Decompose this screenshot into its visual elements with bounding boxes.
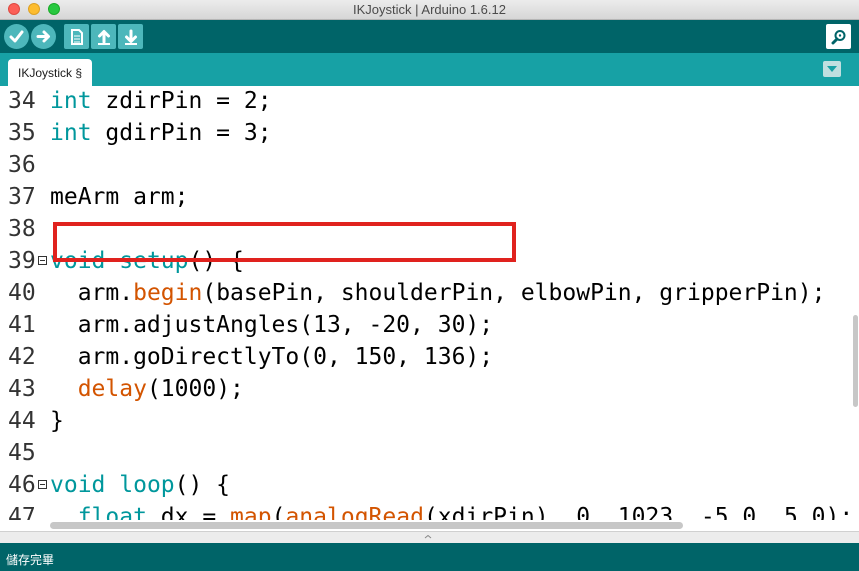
code-line[interactable]: 40 arm.begin(basePin, shoulderPin, elbow… <box>0 277 859 309</box>
title-bar: IKJoystick | Arduino 1.6.12 <box>0 0 859 20</box>
line-number: 40 <box>8 280 36 306</box>
code-line[interactable]: 42 arm.goDirectlyTo(0, 150, 136); <box>0 341 859 373</box>
code-token: map <box>230 504 272 520</box>
code-line[interactable]: 36 <box>0 149 859 181</box>
code-token: } <box>50 408 64 434</box>
code-text: delay(1000); <box>50 373 244 405</box>
horizontal-scrollbar[interactable] <box>0 520 859 531</box>
code-text: int zdirPin = 2; <box>50 86 272 117</box>
code-text: arm.adjustAngles(13, -20, 30); <box>50 309 493 341</box>
code-token: arm.goDirectlyTo(0, 150, 136); <box>50 344 494 370</box>
fold-toggle-icon[interactable] <box>38 256 47 265</box>
window-title: IKJoystick | Arduino 1.6.12 <box>353 2 506 17</box>
code-token: begin <box>133 280 203 306</box>
arrow-up-icon <box>97 29 110 45</box>
vertical-scrollbar[interactable] <box>852 86 859 520</box>
new-file-icon <box>70 28 83 45</box>
code-token: meArm arm; <box>50 184 189 210</box>
code-line[interactable]: 38 <box>0 213 859 245</box>
code-token: gdirPin = 3; <box>91 120 272 146</box>
line-number: 35 <box>8 120 36 146</box>
code-token: (basePin, shoulderPin, elbowPin, gripper… <box>202 280 826 306</box>
code-token: ( <box>271 504 286 520</box>
serial-monitor-button[interactable] <box>826 24 851 49</box>
line-number: 39 <box>8 248 36 274</box>
tab-bar: IKJoystick § <box>0 53 859 86</box>
horizontal-scroll-thumb[interactable] <box>50 522 683 529</box>
line-number: 42 <box>8 344 36 370</box>
code-token: float <box>77 504 147 520</box>
magnifier-icon <box>831 29 845 44</box>
code-token: void <box>50 472 106 498</box>
code-line[interactable]: 35 int gdirPin = 3; <box>0 117 859 149</box>
code-line[interactable]: 34 int zdirPin = 2; <box>0 86 859 117</box>
code-token: () { <box>188 248 244 274</box>
line-number: 36 <box>8 152 36 178</box>
upload-button[interactable] <box>31 24 56 49</box>
save-button[interactable] <box>118 24 143 49</box>
code-line[interactable]: 46 void loop() { <box>0 469 859 501</box>
code-token: loop <box>119 472 175 498</box>
code-token: (xdirPin), 0, 1023, -5.0, 5.0); <box>423 504 854 520</box>
line-number: 41 <box>8 312 36 338</box>
line-number: 34 <box>8 88 36 114</box>
code-line[interactable]: 47 float dx = map(analogRead(xdirPin), 0… <box>0 501 859 520</box>
code-token: delay <box>77 376 147 402</box>
code-token: () { <box>174 472 231 498</box>
open-button[interactable] <box>91 24 116 49</box>
code-editor[interactable]: 34 int zdirPin = 2; 35 int gdirPin = 3; 36 37… <box>0 86 859 520</box>
checkmark-icon <box>9 30 24 43</box>
tab-ikjoystick[interactable]: IKJoystick § <box>8 59 92 86</box>
arrow-right-icon <box>36 30 50 43</box>
code-text: } <box>50 405 64 437</box>
code-token: int <box>50 120 92 146</box>
code-token: arm. <box>50 280 134 306</box>
code-token: dx = <box>146 504 231 520</box>
code-text: void loop() { <box>50 469 230 501</box>
line-number: 43 <box>8 376 36 402</box>
code-token: setup <box>119 248 189 274</box>
code-token: (1000); <box>146 376 244 402</box>
line-number: 37 <box>8 184 36 210</box>
arrow-down-icon <box>124 29 137 45</box>
line-number: 45 <box>8 440 36 466</box>
chevron-down-icon <box>827 65 837 72</box>
vertical-scroll-thumb[interactable] <box>853 315 858 407</box>
code-token: analogRead <box>285 504 424 520</box>
code-line[interactable]: 44} <box>0 405 859 437</box>
fold-toggle-icon[interactable] <box>38 480 47 489</box>
verify-button[interactable] <box>4 24 29 49</box>
code-text: float dx = map(analogRead(xdirPin), 0, 1… <box>50 501 854 520</box>
code-text: arm.begin(basePin, shoulderPin, elbowPin… <box>50 277 826 309</box>
code-line[interactable]: 39 void setup() { <box>0 245 859 277</box>
code-line[interactable]: 45 <box>0 437 859 469</box>
code-line[interactable]: 41 arm.adjustAngles(13, -20, 30); <box>0 309 859 341</box>
code-token: int <box>50 88 92 114</box>
code-token: void <box>50 248 106 274</box>
new-sketch-button[interactable] <box>64 24 89 49</box>
status-message: 儲存完畢 <box>6 553 55 567</box>
code-text: void setup() { <box>50 245 244 277</box>
line-number: 44 <box>8 408 36 434</box>
console-divider[interactable] <box>0 531 859 543</box>
tab-menu-button[interactable] <box>823 61 841 77</box>
code-text: arm.goDirectlyTo(0, 150, 136); <box>50 341 493 373</box>
code-text: int gdirPin = 3; <box>50 117 272 149</box>
toolbar <box>0 20 859 53</box>
code-token: arm.adjustAngles(13, -20, 30); <box>50 312 494 338</box>
line-number: 38 <box>8 216 36 242</box>
code-text: meArm arm; <box>50 181 188 213</box>
resize-grip-icon <box>424 535 432 539</box>
status-bar: 儲存完畢 <box>0 543 859 571</box>
code-line[interactable]: 37 meArm arm; <box>0 181 859 213</box>
code-line[interactable]: 43 delay(1000); <box>0 373 859 405</box>
line-number: 46 <box>8 472 36 498</box>
line-number: 47 <box>8 504 36 520</box>
code-token: zdirPin = 2; <box>91 88 272 114</box>
